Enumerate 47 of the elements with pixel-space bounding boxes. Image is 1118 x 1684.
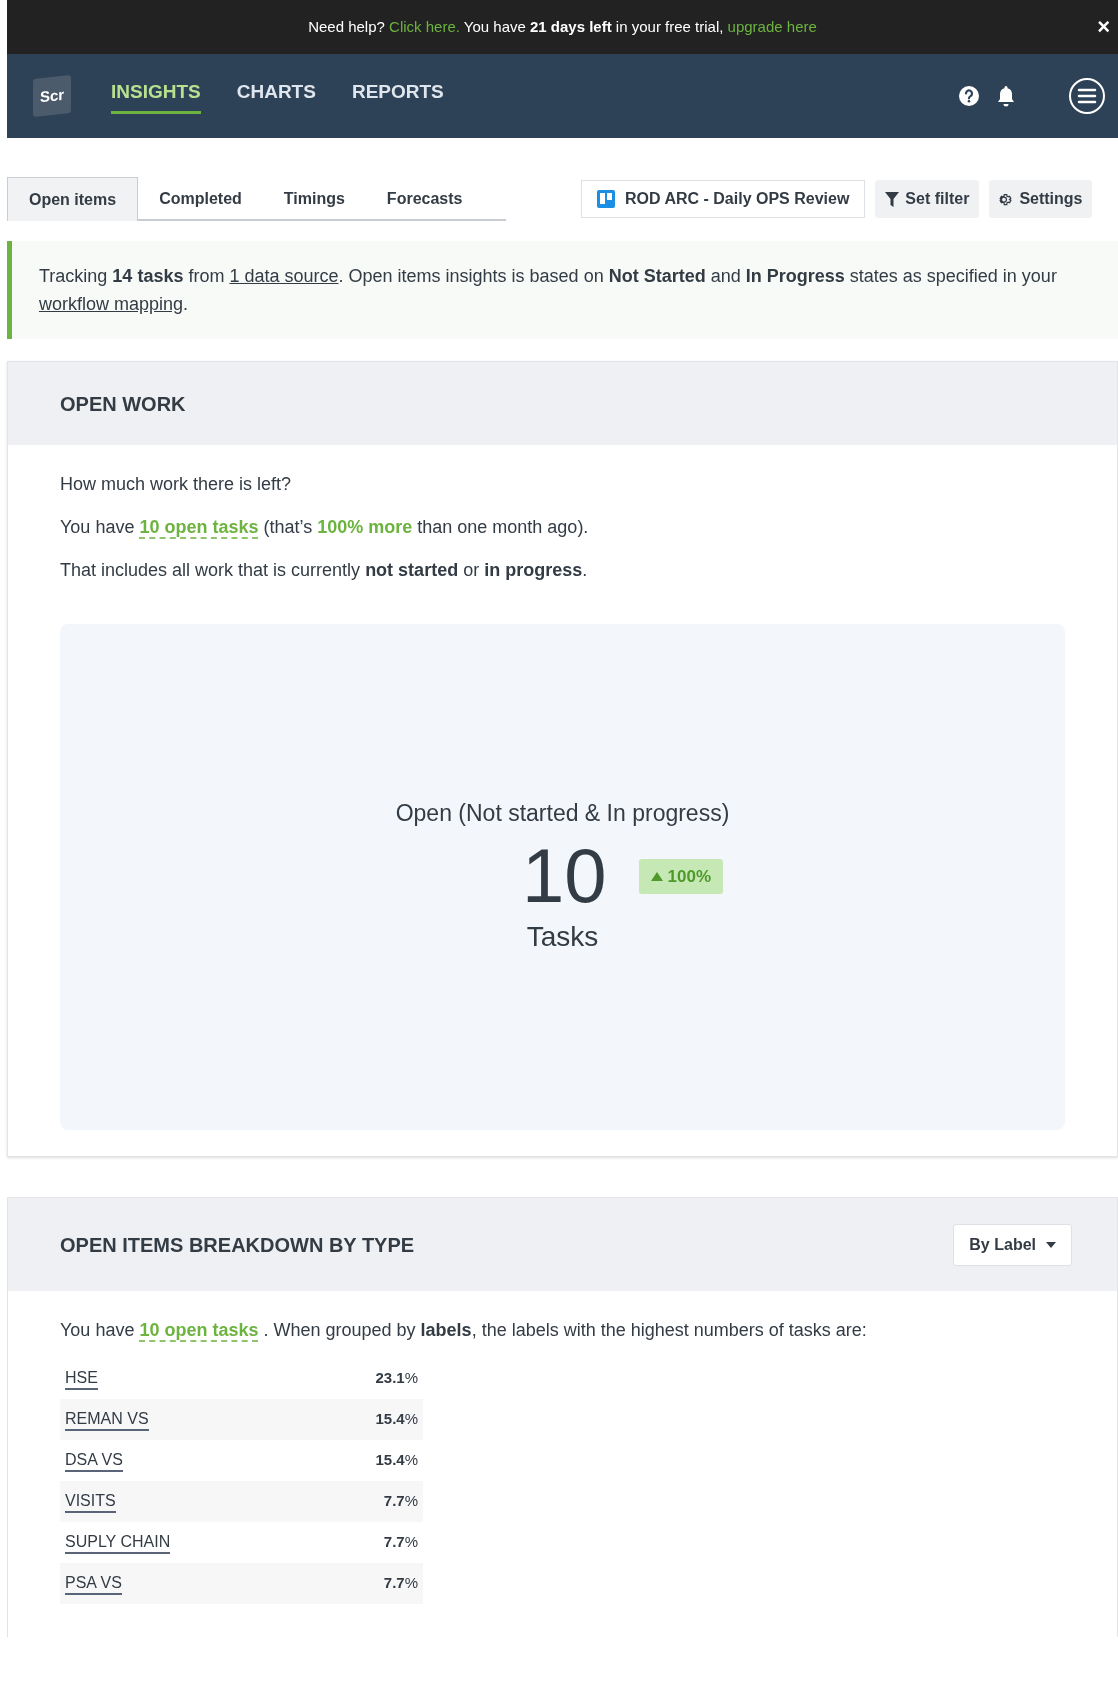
- label-link[interactable]: PSA VS: [65, 1572, 122, 1595]
- card-title: OPEN ITEMS BREAKDOWN BY TYPE: [60, 1232, 415, 1258]
- set-filter-button[interactable]: Set filter: [875, 180, 980, 218]
- section-tab[interactable]: Timings: [262, 177, 366, 221]
- text-link[interactable]: 1 data source: [229, 266, 339, 286]
- label-link[interactable]: SUPLY CHAIN: [65, 1531, 171, 1554]
- trial-message: Need help? Click here. You have 21 days left in your free trial, upgrade here: [308, 16, 817, 37]
- caret-icon: [1046, 1241, 1056, 1248]
- label-link[interactable]: VISITS: [65, 1490, 116, 1513]
- text-link[interactable]: upgrade here: [727, 17, 817, 35]
- stat-title: Open (Not started & In progress): [395, 798, 730, 828]
- board-icon: [597, 190, 615, 208]
- percent-value: 15.4%: [375, 1409, 418, 1430]
- text-link[interactable]: Click here.: [389, 17, 460, 35]
- stat-unit: Tasks: [526, 920, 599, 955]
- percent-value: 23.1%: [375, 1368, 418, 1389]
- change-badge: 100%: [638, 858, 723, 894]
- percent-value: 7.7%: [383, 1491, 418, 1512]
- card-title: OPEN WORK: [60, 391, 186, 417]
- stat-value: 10: [522, 836, 607, 917]
- description-text: That includes all work that is currently not started or in progress.: [60, 559, 589, 582]
- settings-icon: [998, 191, 1014, 207]
- percent-value: 15.4%: [375, 1450, 418, 1471]
- nav-tab[interactable]: INSIGHTS: [111, 78, 201, 114]
- settings-button[interactable]: Settings: [989, 180, 1092, 218]
- board-button[interactable]: ROD ARC - Daily OPS Review: [581, 180, 866, 218]
- percent-value: 7.7%: [383, 1573, 418, 1594]
- breakdown-summary: You have 10 open tasks . When grouped by labels, the labels with the highest numbers of tasks are:: [60, 1319, 868, 1344]
- filter-icon: [885, 191, 900, 207]
- label-link[interactable]: REMAN VS: [65, 1408, 149, 1431]
- close-button[interactable]: ×: [1097, 16, 1110, 38]
- help-icon[interactable]: [958, 85, 980, 107]
- nav-tab[interactable]: CHARTS: [236, 78, 316, 114]
- logo[interactable]: Scr: [33, 75, 71, 117]
- description-text: How much work there is left?: [60, 473, 293, 496]
- text-link[interactable]: workflow mapping: [39, 294, 184, 314]
- label-link[interactable]: DSA VS: [65, 1449, 123, 1472]
- section-tab[interactable]: Open items: [7, 177, 139, 221]
- description-text: You have 10 open tasks (that’s 100% more than one month ago).: [60, 516, 590, 541]
- nav-tab[interactable]: REPORTS: [351, 78, 444, 114]
- section-tab[interactable]: Forecasts: [365, 177, 484, 221]
- tracking-summary: Tracking 14 tasks from 1 data source. Open items insights is based on Not Started and In Progress states as specified in your workflow mapping.: [39, 265, 1058, 316]
- percent-value: 7.7%: [383, 1532, 418, 1553]
- menu-icon[interactable]: [1068, 77, 1106, 115]
- section-tab[interactable]: Completed: [138, 177, 263, 221]
- group-by-dropdown[interactable]: By Label: [953, 1223, 1072, 1266]
- label-link[interactable]: HSE: [65, 1367, 98, 1390]
